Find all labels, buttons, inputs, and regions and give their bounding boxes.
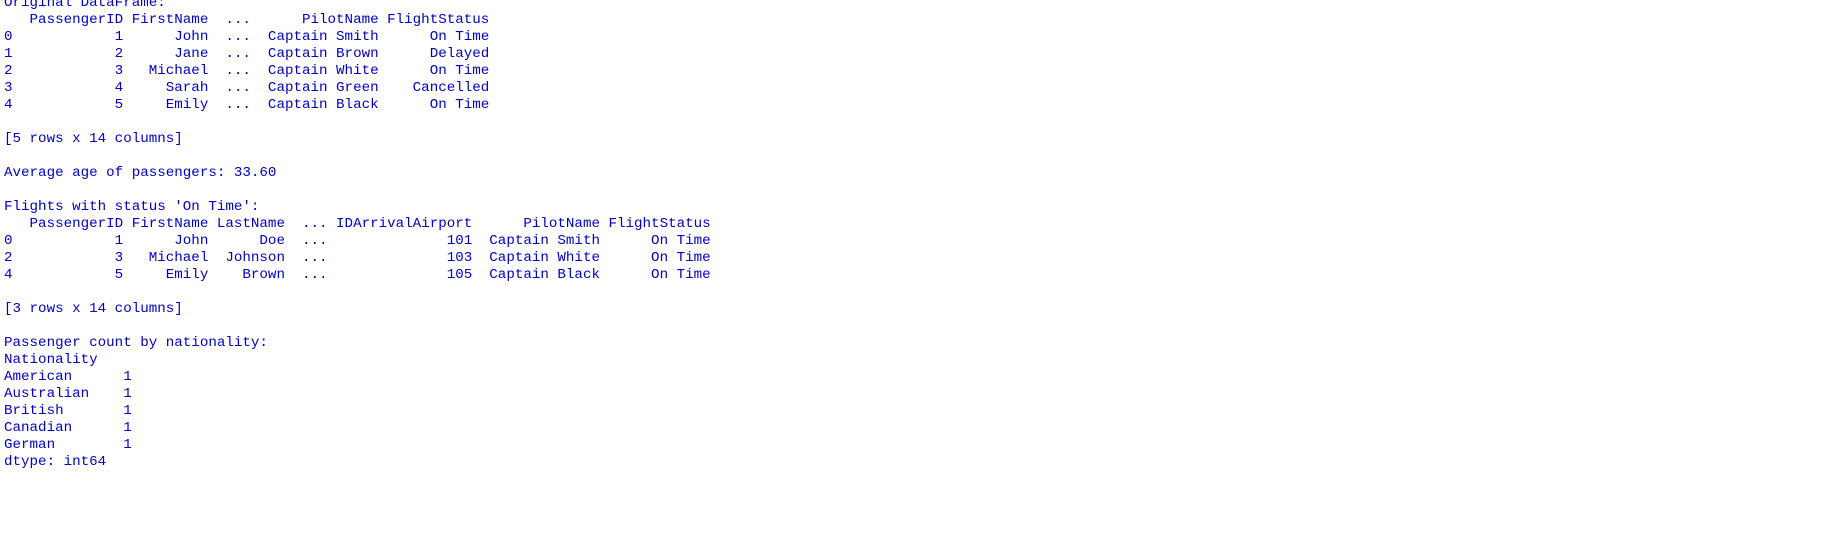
series-row: Canadian 1: [4, 420, 132, 436]
table-shape-summary: [3 rows x 14 columns]: [4, 301, 183, 317]
table-header: PassengerID FirstName ... PilotName Flig…: [4, 12, 490, 28]
series-index-name: Nationality: [4, 352, 98, 368]
table-row: 0 1 John Doe ... 101 Captain Smith On Ti…: [4, 233, 711, 249]
section-heading-on-time: Flights with status 'On Time':: [4, 199, 260, 215]
series-row: Australian 1: [4, 386, 132, 402]
average-age-line: Average age of passengers: 33.60: [4, 165, 277, 181]
table-row: 3 4 Sarah ... Captain Green Cancelled: [4, 80, 490, 96]
table-row: 0 1 John ... Captain Smith On Time: [4, 29, 490, 45]
table-row: 4 5 Emily ... Captain Black On Time: [4, 97, 490, 113]
table-header: PassengerID FirstName LastName ... IDArr…: [4, 216, 711, 232]
series-row: American 1: [4, 369, 132, 385]
table-row: 2 3 Michael ... Captain White On Time: [4, 63, 490, 79]
table-row: 4 5 Emily Brown ... 105 Captain Black On…: [4, 267, 711, 283]
console-output: Original DataFrame: PassengerID FirstNam…: [4, 0, 711, 471]
table-row: 1 2 Jane ... Captain Brown Delayed: [4, 46, 490, 62]
series-row: British 1: [4, 403, 132, 419]
series-row: German 1: [4, 437, 132, 453]
table-shape-summary: [5 rows x 14 columns]: [4, 131, 183, 147]
dtype-line: dtype: int64: [4, 454, 107, 470]
section-heading-original: Original DataFrame:: [4, 0, 166, 11]
table-row: 2 3 Michael Johnson ... 103 Captain Whit…: [4, 250, 711, 266]
section-heading-nationality: Passenger count by nationality:: [4, 335, 268, 351]
